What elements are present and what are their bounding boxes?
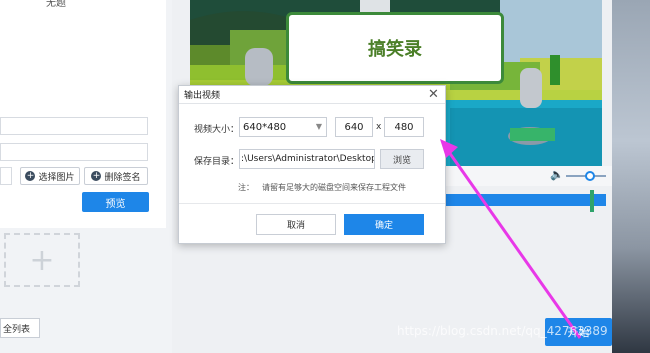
annotation-arrow — [440, 139, 582, 339]
watermark-text: https://blog.csdn.net/qq_42763389 — [397, 324, 608, 338]
